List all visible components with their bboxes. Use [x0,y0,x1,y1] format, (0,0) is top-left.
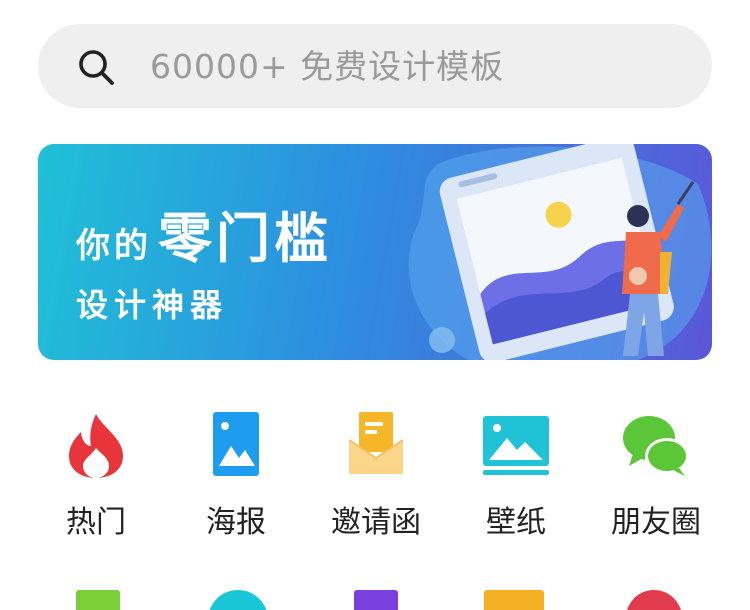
category-poster[interactable]: 海报 [166,410,306,542]
banner-subline: 设计神器 [76,286,229,324]
category-label: 朋友圈 [611,505,701,540]
category-invitation[interactable]: 邀请函 [306,410,446,542]
category-wallpaper[interactable]: 壁纸 [446,410,586,542]
category-label: 海报 [206,505,266,540]
moments-chat-icon [623,416,689,476]
envelope-icon [348,412,404,474]
category-row-2-partial [0,590,750,610]
wallpaper-landscape-icon [483,416,549,475]
poster-image-icon [213,412,259,476]
category-icon-partial[interactable] [354,590,398,610]
banner-headline: 你的 零门槛 [76,194,332,273]
category-label: 壁纸 [486,505,546,540]
category-label: 邀请函 [331,505,421,540]
category-label: 热门 [66,505,126,540]
promo-banner[interactable]: 你的 零门槛 设计神器 [38,144,712,360]
category-icon-partial[interactable] [76,590,120,610]
category-icon-partial[interactable] [626,590,682,610]
banner-line1-small: 你的 [76,226,152,266]
category-moments[interactable]: 朋友圈 [586,410,726,542]
fire-icon [69,414,123,478]
category-icon-partial[interactable] [484,590,544,610]
banner-line1-big: 零门槛 [158,207,332,270]
search-placeholder[interactable]: 60000+ 免费设计模板 [150,45,504,89]
category-icon-partial[interactable] [208,590,268,610]
search-icon [79,50,114,85]
category-hot[interactable]: 热门 [26,410,166,542]
